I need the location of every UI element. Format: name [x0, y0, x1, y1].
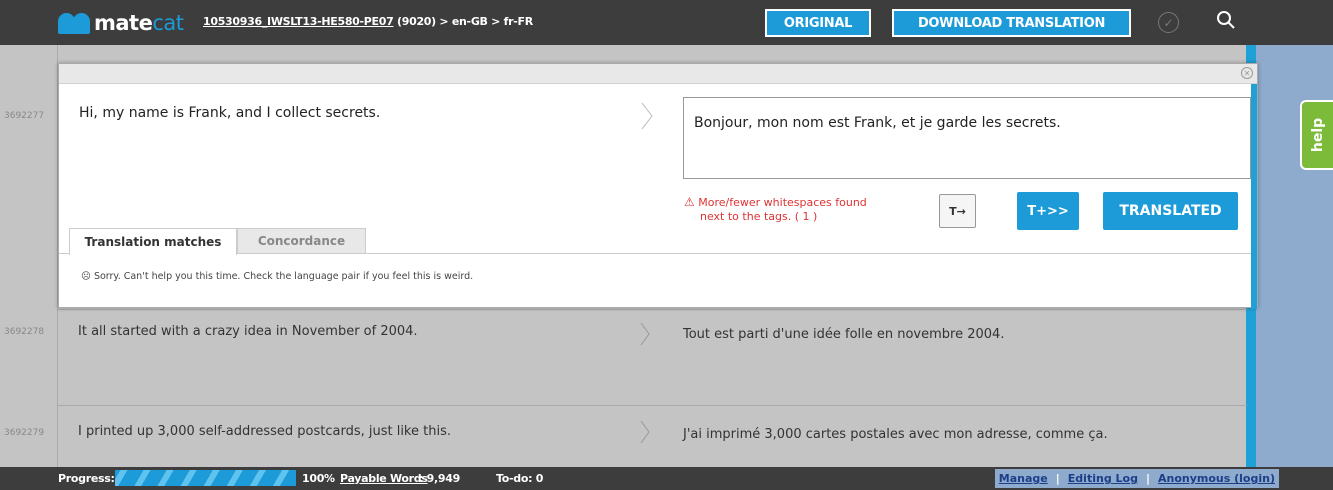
project-lang-pair: (9020) > en-GB > fr-FR [397, 15, 533, 28]
tag-projection-button[interactable]: T→ [939, 194, 976, 228]
user-login-link[interactable]: Anonymous (login) [1158, 472, 1275, 488]
progress-label: Progress: [58, 472, 115, 485]
project-link[interactable]: 10530936_IWSLT13-HE580-PE07 [203, 15, 394, 28]
warning-text-line1: More/fewer whitespaces found [698, 196, 867, 209]
active-segment-source[interactable]: Hi, my name is Frank, and I collect secr… [79, 105, 380, 121]
close-icon[interactable]: ✕ [1241, 67, 1253, 79]
active-segment: ✕ Hi, my name is Frank, and I collect se… [58, 63, 1258, 309]
link-separator: | [1055, 472, 1060, 485]
segment-divider [57, 309, 1247, 310]
segment-id[interactable]: 3692278 [0, 327, 56, 337]
original-button[interactable]: ORIGINAL [765, 9, 871, 37]
editing-log-link[interactable]: Editing Log [1068, 472, 1138, 488]
matecat-logo[interactable]: matecat [58, 11, 184, 35]
help-label: help [1309, 117, 1326, 153]
logo-mark-icon [58, 12, 91, 34]
tab-concordance[interactable]: Concordance [237, 228, 366, 254]
segment-toolbar: ✕ [59, 64, 1257, 84]
chevron-right-icon [640, 322, 650, 346]
segment-target[interactable]: J'ai imprimé 3,000 cartes postales avec … [683, 427, 1108, 442]
progress-percent: 100% [302, 472, 335, 485]
no-matches-message: ☹ Sorry. Can't help you this time. Check… [81, 271, 473, 282]
chevron-right-icon [640, 420, 650, 444]
progress-bar [115, 470, 296, 486]
matches-tabs: Translation matches Concordance [59, 228, 1251, 255]
tag-warning: ⚠ More/fewer whitespaces found next to t… [684, 195, 914, 224]
target-text: Bonjour, mon nom est Frank, et je garde … [694, 115, 1061, 131]
sad-face-icon: ☹ [81, 271, 91, 282]
top-bar: matecat 10530936_IWSLT13-HE580-PE07 (902… [0, 0, 1333, 45]
download-translation-button[interactable]: DOWNLOAD TRANSLATION [892, 9, 1131, 37]
chevron-right-icon [641, 102, 653, 130]
segment-id[interactable]: 3692279 [0, 428, 56, 438]
segment-target[interactable]: Tout est parti d'une idée folle en novem… [683, 327, 1004, 342]
manage-link[interactable]: Manage [999, 472, 1048, 488]
payable-words-link[interactable]: Payable Words [340, 472, 428, 485]
help-tab[interactable]: help [1300, 100, 1333, 170]
copy-source-button[interactable]: T+>> [1017, 192, 1079, 230]
segment-id[interactable]: 3692277 [0, 111, 56, 121]
no-matches-text: Sorry. Can't help you this time. Check t… [93, 271, 474, 282]
payable-words-value: : 9,949 [419, 472, 460, 485]
status-bar: Progress: 100% Payable Words : 9,949 To-… [0, 467, 1333, 490]
active-status-bar [1251, 84, 1257, 309]
search-icon[interactable] [1216, 10, 1236, 30]
warning-triangle-icon: ⚠ [684, 195, 695, 209]
todo-count: To-do: 0 [496, 472, 544, 485]
check-circle-icon[interactable]: ✓ [1158, 12, 1179, 33]
tab-translation-matches[interactable]: Translation matches [69, 228, 237, 255]
footer-links: Manage | Editing Log | Anonymous (login) [994, 469, 1279, 488]
logo-text: matecat [94, 11, 184, 35]
segment-divider [57, 405, 1247, 406]
segment-source[interactable]: It all started with a crazy idea in Nove… [78, 324, 418, 339]
segment-source[interactable]: I printed up 3,000 self-addressed postca… [78, 424, 451, 439]
project-info: 10530936_IWSLT13-HE580-PE07 (9020) > en-… [203, 15, 533, 28]
translated-button[interactable]: TRANSLATED [1103, 192, 1238, 230]
target-editor[interactable]: Bonjour, mon nom est Frank, et je garde … [683, 97, 1251, 179]
warning-text-line2: next to the tags. ( 1 ) [700, 210, 818, 223]
link-separator: | [1145, 472, 1150, 485]
